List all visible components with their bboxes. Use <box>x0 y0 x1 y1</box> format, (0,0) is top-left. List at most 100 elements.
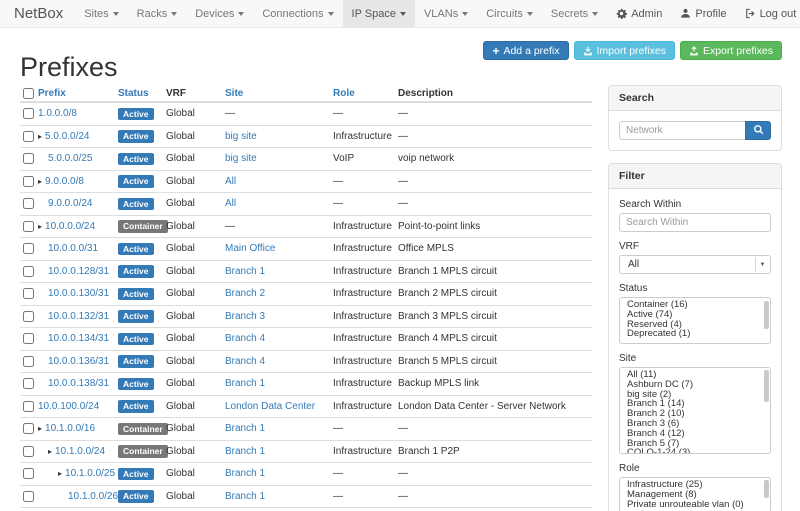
nav-item-connections[interactable]: Connections <box>253 0 342 27</box>
column-header-status[interactable]: Status <box>118 88 149 99</box>
row-checkbox[interactable] <box>23 311 34 322</box>
scrollbar-thumb[interactable] <box>764 370 769 402</box>
row-checkbox[interactable] <box>23 221 34 232</box>
prefix-link[interactable]: 10.0.0.130/31 <box>48 288 109 299</box>
site-link[interactable]: Branch 1 <box>225 491 265 502</box>
row-checkbox[interactable] <box>23 401 34 412</box>
search-input[interactable] <box>619 121 745 140</box>
prefix-link[interactable]: 1.0.0.0/8 <box>38 108 77 119</box>
site-listbox[interactable]: All (11)Ashburn DC (7)big site (2)Branch… <box>619 367 771 454</box>
select-all-checkbox[interactable] <box>23 88 34 99</box>
row-checkbox[interactable] <box>23 288 34 299</box>
main-content: PrefixStatusVRFSiteRoleDescription 1.0.0… <box>0 85 800 511</box>
role-cell: — <box>333 198 398 209</box>
search-within-input[interactable] <box>619 213 771 232</box>
prefix-link[interactable]: 10.0.100.0/24 <box>38 401 99 412</box>
column-header-site[interactable]: Site <box>225 88 243 99</box>
description-cell: Office MPLS <box>398 243 592 254</box>
nav-item-profile[interactable]: Profile <box>671 0 735 27</box>
site-link[interactable]: Branch 1 <box>225 378 265 389</box>
row-checkbox[interactable] <box>23 198 34 209</box>
prefix-link[interactable]: 5.0.0.0/24 <box>45 131 89 142</box>
prefix-link[interactable]: 10.0.0.0/24 <box>45 221 95 232</box>
prefix-link[interactable]: 10.0.0.0/31 <box>48 243 98 254</box>
prefix-link[interactable]: 10.0.0.134/31 <box>48 333 109 344</box>
add-prefix-button[interactable]: +Add a prefix <box>483 41 568 60</box>
site-link[interactable]: Branch 1 <box>225 446 265 457</box>
site-link[interactable]: Branch 4 <box>225 333 265 344</box>
row-checkbox[interactable] <box>23 266 34 277</box>
netbox-brand[interactable]: NetBox <box>14 0 63 27</box>
row-checkbox[interactable] <box>23 176 34 187</box>
search-button[interactable] <box>745 121 771 140</box>
import-prefixes-button[interactable]: Import prefixes <box>574 41 675 60</box>
role-listbox[interactable]: Infrastructure (25)Management (8)Private… <box>619 477 771 511</box>
prefix-link[interactable]: 10.1.0.0/26 <box>68 491 118 502</box>
status-option[interactable]: Deprecated (1) <box>620 329 770 339</box>
status-badge: Container <box>118 220 168 233</box>
nav-item-secrets[interactable]: Secrets <box>542 0 607 27</box>
prefix-link[interactable]: 10.1.0.0/24 <box>55 446 105 457</box>
prefix-link[interactable]: 10.0.0.138/31 <box>48 378 109 389</box>
site-link[interactable]: Branch 1 <box>225 266 265 277</box>
role-option[interactable]: Private unrouteable vlan (0) <box>620 500 770 510</box>
role-cell: — <box>333 423 398 434</box>
prefix-link[interactable]: 9.0.0.0/24 <box>48 198 92 209</box>
row-checkbox[interactable] <box>23 491 34 502</box>
site-link[interactable]: big site <box>225 131 257 142</box>
prefix-link[interactable]: 10.1.0.0/25 <box>65 468 115 479</box>
row-checkbox[interactable] <box>23 423 34 434</box>
vrf-cell: Global <box>166 446 225 457</box>
nav-item-admin[interactable]: Admin <box>607 0 671 27</box>
logout-icon <box>745 8 756 19</box>
site-link[interactable]: All <box>225 176 236 187</box>
column-header-prefix[interactable]: Prefix <box>38 88 66 99</box>
row-checkbox[interactable] <box>23 446 34 457</box>
prefix-link[interactable]: 10.0.0.136/31 <box>48 356 109 367</box>
column-header-role[interactable]: Role <box>333 88 355 99</box>
status-listbox[interactable]: Container (16)Active (74)Reserved (4)Dep… <box>619 297 771 344</box>
site-link[interactable]: London Data Center <box>225 401 315 412</box>
nav-item-vlans[interactable]: VLANs <box>415 0 477 27</box>
site-link[interactable]: Branch 1 <box>225 468 265 479</box>
vrf-cell: Global <box>166 131 225 142</box>
prefix-link[interactable]: 5.0.0.0/25 <box>48 153 92 164</box>
import-icon <box>583 46 593 56</box>
row-checkbox[interactable] <box>23 153 34 164</box>
nav-item-sites[interactable]: Sites <box>75 0 127 27</box>
description-cell: Branch 3 MPLS circuit <box>398 311 592 322</box>
prefix-link[interactable]: 10.0.0.128/31 <box>48 266 109 277</box>
vrf-select[interactable]: All ▼ <box>619 255 771 274</box>
row-checkbox[interactable] <box>23 378 34 389</box>
nav-item-log-out[interactable]: Log out <box>736 0 800 27</box>
plus-icon: + <box>492 46 499 56</box>
nav-item-devices[interactable]: Devices <box>186 0 253 27</box>
row-checkbox[interactable] <box>23 243 34 254</box>
prefix-link[interactable]: 10.1.0.0/16 <box>45 423 95 434</box>
site-link[interactable]: Branch 3 <box>225 311 265 322</box>
status-badge: Active <box>118 333 154 346</box>
site-link[interactable]: big site <box>225 153 257 164</box>
button-label: Export prefixes <box>703 45 773 57</box>
export-prefixes-button[interactable]: Export prefixes <box>680 41 782 60</box>
nav-item-circuits[interactable]: Circuits <box>477 0 542 27</box>
row-checkbox[interactable] <box>23 468 34 479</box>
site-option[interactable]: COLO-1-24 (3) <box>620 448 770 454</box>
nav-item-ip-space[interactable]: IP Space <box>343 0 415 27</box>
row-checkbox[interactable] <box>23 108 34 119</box>
row-checkbox[interactable] <box>23 131 34 142</box>
prefix-link[interactable]: 9.0.0.0/8 <box>45 176 84 187</box>
site-link[interactable]: Branch 2 <box>225 288 265 299</box>
role-cell: VoIP <box>333 153 398 164</box>
scrollbar-thumb[interactable] <box>764 301 769 329</box>
nav-item-racks[interactable]: Racks <box>128 0 187 27</box>
scrollbar-thumb[interactable] <box>764 480 769 498</box>
site-link[interactable]: Main Office <box>225 243 275 254</box>
row-checkbox[interactable] <box>23 333 34 344</box>
site-link[interactable]: Branch 1 <box>225 423 265 434</box>
row-checkbox[interactable] <box>23 356 34 367</box>
site-link[interactable]: All <box>225 198 236 209</box>
site-link[interactable]: Branch 4 <box>225 356 265 367</box>
vrf-cell: Global <box>166 333 225 344</box>
prefix-link[interactable]: 10.0.0.132/31 <box>48 311 109 322</box>
